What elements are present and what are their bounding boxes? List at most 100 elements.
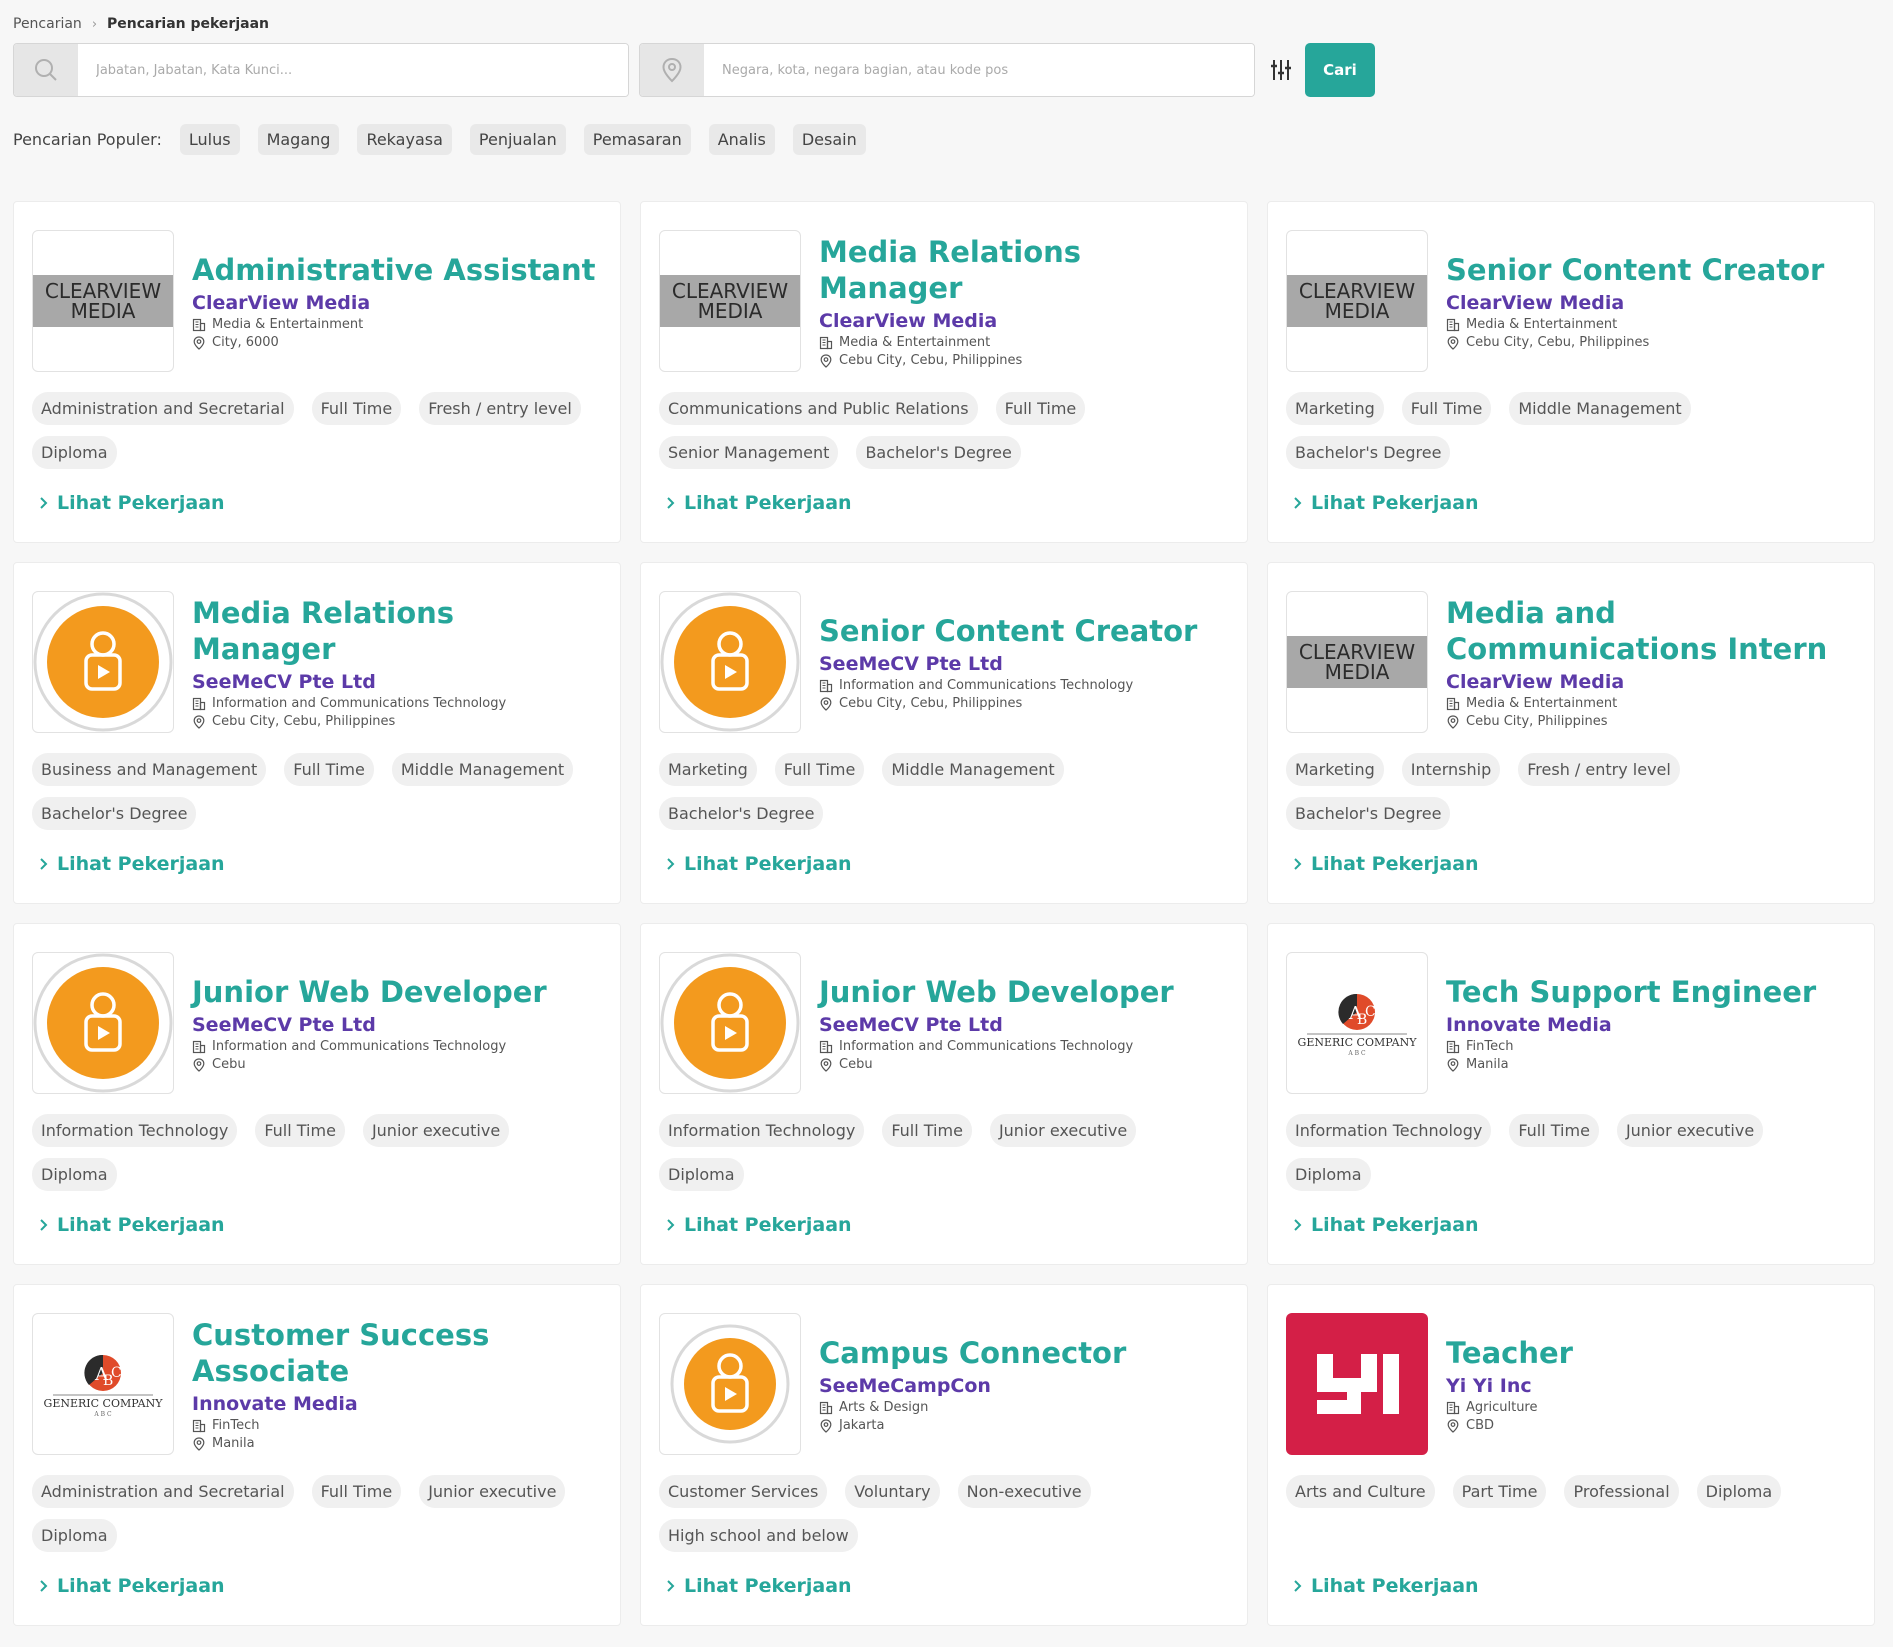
company-logo[interactable] — [1286, 1313, 1428, 1455]
job-tag: Internship — [1401, 753, 1501, 786]
search-submit-button[interactable]: Cari — [1305, 43, 1375, 97]
job-tag: Information Technology — [659, 1114, 865, 1147]
building-icon — [192, 1419, 206, 1432]
popular-search-pill[interactable]: Lulus — [179, 124, 240, 155]
job-tag: Communications and Public Relations — [659, 392, 978, 425]
job-card[interactable]: A B C GENERIC COMPANY A B C Tech Support Engi… — [1267, 923, 1875, 1265]
building-icon — [819, 1040, 833, 1053]
job-title[interactable]: Administrative Assistant — [192, 252, 602, 288]
company-name[interactable]: SeeMeCV Pte Ltd — [192, 671, 602, 693]
company-name[interactable]: ClearView Media — [819, 310, 1229, 332]
job-card[interactable]: CLEARVIEW MEDIA Media Relations Manager Cle… — [640, 201, 1248, 543]
job-card-header: CLEARVIEW MEDIA Media Relations Manager Cle… — [659, 230, 1229, 372]
job-card[interactable]: A B C GENERIC COMPANY A B C Customer Success … — [13, 1284, 621, 1626]
job-tag: Voluntary — [845, 1475, 940, 1508]
location-search-input[interactable] — [704, 44, 1254, 96]
view-job-link[interactable]: Lihat Pekerjaan — [39, 1214, 225, 1236]
chevron-right-icon — [40, 1219, 48, 1231]
company-logo[interactable] — [659, 952, 801, 1094]
popular-search-pill[interactable]: Pemasaran — [583, 124, 691, 155]
view-job-link[interactable]: Lihat Pekerjaan — [666, 1575, 852, 1597]
chevron-right-icon — [667, 497, 675, 509]
popular-searches: Pencarian Populer: Lulus Magang Rekayasa… — [13, 124, 866, 155]
logo-text: CLEARVIEW — [1298, 279, 1416, 303]
company-logo[interactable] — [32, 591, 174, 733]
company-name[interactable]: SeeMeCV Pte Ltd — [192, 1014, 602, 1036]
popular-search-pill[interactable]: Rekayasa — [357, 124, 452, 155]
building-icon — [819, 679, 833, 692]
view-job-link[interactable]: Lihat Pekerjaan — [1293, 853, 1479, 875]
job-title[interactable]: Media and Communications Intern — [1446, 595, 1856, 667]
job-title[interactable]: Teacher — [1446, 1335, 1856, 1371]
popular-search-pill[interactable]: Desain — [792, 124, 866, 155]
job-card-header: Media Relations Manager SeeMeCV Pte Ltd In… — [32, 591, 602, 733]
job-title[interactable]: Customer Success Associate — [192, 1317, 602, 1389]
company-name[interactable]: ClearView Media — [1446, 292, 1856, 314]
location-pin-icon — [1447, 714, 1459, 729]
view-job-link[interactable]: Lihat Pekerjaan — [39, 853, 225, 875]
chevron-right-icon — [1294, 497, 1302, 509]
job-card[interactable]: Junior Web Developer SeeMeCV Pte Ltd Infor… — [13, 923, 621, 1265]
company-name[interactable]: ClearView Media — [1446, 671, 1856, 693]
company-name[interactable]: ClearView Media — [192, 292, 602, 314]
company-logo[interactable]: CLEARVIEW MEDIA — [1286, 230, 1428, 372]
job-card[interactable]: Teacher Yi Yi Inc Agriculture CBD Arts and C… — [1267, 1284, 1875, 1626]
location-pin-icon — [193, 1057, 205, 1072]
company-name[interactable]: SeeMeCV Pte Ltd — [819, 1014, 1229, 1036]
company-logo[interactable]: A B C GENERIC COMPANY A B C — [1286, 952, 1428, 1094]
view-job-label: Lihat Pekerjaan — [1311, 1214, 1479, 1236]
job-title[interactable]: Junior Web Developer — [192, 974, 602, 1010]
location-text: Jakarta — [839, 1418, 885, 1433]
view-job-link[interactable]: Lihat Pekerjaan — [1293, 492, 1479, 514]
job-title[interactable]: Media Relations Manager — [819, 234, 1229, 306]
building-icon — [819, 336, 833, 349]
job-title[interactable]: Campus Connector — [819, 1335, 1229, 1371]
job-card[interactable]: Senior Content Creator SeeMeCV Pte Ltd Inf… — [640, 562, 1248, 904]
job-title[interactable]: Senior Content Creator — [1446, 252, 1856, 288]
company-logo[interactable] — [659, 1313, 801, 1455]
job-card[interactable]: CLEARVIEW MEDIA Administrative Assistant Cl… — [13, 201, 621, 543]
company-name[interactable]: SeeMeCV Pte Ltd — [819, 653, 1229, 675]
filter-sliders-icon[interactable] — [1261, 44, 1301, 96]
view-job-label: Lihat Pekerjaan — [684, 1575, 852, 1597]
yi-logo-icon — [1317, 1354, 1399, 1414]
view-job-link[interactable]: Lihat Pekerjaan — [666, 853, 852, 875]
company-logo[interactable]: CLEARVIEW MEDIA — [659, 230, 801, 372]
company-name[interactable]: Yi Yi Inc — [1446, 1375, 1856, 1397]
company-logo[interactable] — [32, 952, 174, 1094]
job-title[interactable]: Junior Web Developer — [819, 974, 1229, 1010]
popular-search-pill[interactable]: Analis — [708, 124, 775, 155]
company-name[interactable]: Innovate Media — [192, 1393, 602, 1415]
job-card[interactable]: CLEARVIEW MEDIA Senior Content Creator Clea… — [1267, 201, 1875, 543]
keyword-search-input[interactable] — [78, 44, 628, 96]
company-logo[interactable]: CLEARVIEW MEDIA — [1286, 591, 1428, 733]
industry-row: Agriculture — [1446, 1400, 1856, 1415]
view-job-link[interactable]: Lihat Pekerjaan — [39, 1575, 225, 1597]
job-title[interactable]: Media Relations Manager — [192, 595, 602, 667]
job-card[interactable]: Media Relations Manager SeeMeCV Pte Ltd In… — [13, 562, 621, 904]
location-pin-icon — [193, 335, 205, 350]
job-card[interactable]: Junior Web Developer SeeMeCV Pte Ltd Infor… — [640, 923, 1248, 1265]
popular-search-pill[interactable]: Magang — [257, 124, 340, 155]
building-icon — [819, 1401, 833, 1414]
view-job-link[interactable]: Lihat Pekerjaan — [666, 1214, 852, 1236]
job-title[interactable]: Senior Content Creator — [819, 613, 1229, 649]
company-logo[interactable]: A B C GENERIC COMPANY A B C — [32, 1313, 174, 1455]
job-tags: Communications and Public Relations Full … — [659, 392, 1229, 469]
job-card[interactable]: Campus Connector SeeMeCampCon Arts & Desig… — [640, 1284, 1248, 1626]
view-job-link[interactable]: Lihat Pekerjaan — [1293, 1214, 1479, 1236]
industry-row: Media & Entertainment — [192, 317, 602, 332]
view-job-link[interactable]: Lihat Pekerjaan — [39, 492, 225, 514]
company-name[interactable]: Innovate Media — [1446, 1014, 1856, 1036]
job-card[interactable]: CLEARVIEW MEDIA Media and Communications I… — [1267, 562, 1875, 904]
industry-row: Information and Communications Technolog… — [192, 1039, 602, 1054]
view-job-link[interactable]: Lihat Pekerjaan — [666, 492, 852, 514]
company-logo[interactable]: CLEARVIEW MEDIA — [32, 230, 174, 372]
job-tag: Diploma — [1286, 1158, 1371, 1191]
breadcrumb-root-link[interactable]: Pencarian — [13, 16, 82, 32]
company-logo[interactable] — [659, 591, 801, 733]
job-title[interactable]: Tech Support Engineer — [1446, 974, 1856, 1010]
company-name[interactable]: SeeMeCampCon — [819, 1375, 1229, 1397]
view-job-link[interactable]: Lihat Pekerjaan — [1293, 1575, 1479, 1597]
popular-search-pill[interactable]: Penjualan — [469, 124, 566, 155]
